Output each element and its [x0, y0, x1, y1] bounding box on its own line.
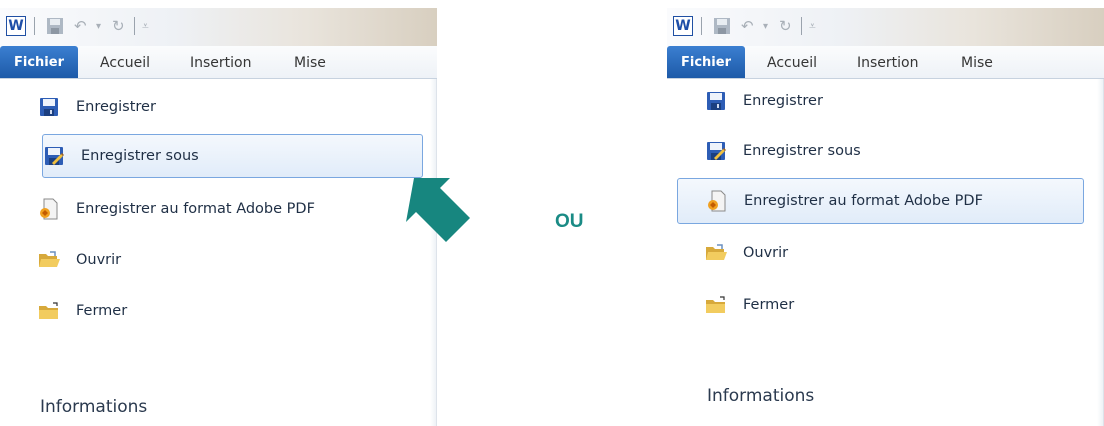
undo-icon[interactable]: ↶	[74, 16, 87, 36]
menu-section-informations[interactable]: Informations	[40, 397, 147, 417]
tab-mise[interactable]: Mise	[961, 55, 993, 71]
menu-item-enregistrer-sous[interactable]: Enregistrer sous	[42, 134, 423, 178]
customize-toolbar-icon[interactable]: ⩡	[142, 16, 149, 36]
open-folder-icon	[705, 242, 727, 264]
qat-separator	[801, 16, 802, 36]
left-screenshot-panel: W ↶ ▾ ↻ ⩡ Fichier Accueil Insertion Mise…	[0, 8, 437, 426]
customize-toolbar-icon[interactable]: ⩡	[809, 16, 816, 36]
redo-icon[interactable]: ↻	[112, 16, 125, 36]
tab-fichier[interactable]: Fichier	[667, 46, 745, 78]
menu-item-enregistrer-pdf[interactable]: Enregistrer au format Adobe PDF	[38, 189, 315, 229]
quick-access-toolbar: W ↶ ▾ ↻ ⩡	[667, 8, 1104, 46]
menu-item-enregistrer-pdf[interactable]: Enregistrer au format Adobe PDF	[677, 178, 1084, 224]
chevron-down-icon[interactable]: ▾	[763, 16, 768, 36]
open-folder-icon	[38, 249, 60, 271]
save-icon	[705, 90, 727, 112]
word-app-icon[interactable]: W	[6, 16, 26, 36]
ribbon-tabs: Fichier Accueil Insertion Mise	[0, 46, 437, 79]
menu-item-fermer[interactable]: Fermer	[38, 291, 127, 331]
file-menu: Enregistrer Enregistrer sous Enregistrer…	[0, 79, 437, 426]
tab-insertion[interactable]: Insertion	[857, 55, 918, 71]
menu-item-enregistrer-sous[interactable]: Enregistrer sous	[705, 131, 861, 171]
save-as-icon	[705, 140, 727, 162]
qat-separator	[701, 16, 702, 36]
save-icon[interactable]	[46, 16, 64, 36]
pdf-icon	[706, 190, 728, 212]
qat-separator	[134, 16, 135, 36]
undo-icon[interactable]: ↶	[741, 16, 754, 36]
pointer-arrow-icon	[406, 178, 470, 242]
tab-accueil[interactable]: Accueil	[100, 55, 150, 71]
menu-item-ouvrir[interactable]: Ouvrir	[705, 233, 788, 273]
right-screenshot-panel: W ↶ ▾ ↻ ⩡ Fichier Accueil Insertion Mise…	[667, 8, 1104, 426]
menu-section-informations[interactable]: Informations	[707, 386, 814, 406]
redo-icon[interactable]: ↻	[779, 16, 792, 36]
tab-insertion[interactable]: Insertion	[190, 55, 251, 71]
chevron-down-icon[interactable]: ▾	[96, 16, 101, 36]
save-icon[interactable]	[713, 16, 731, 36]
close-folder-icon	[38, 300, 60, 322]
close-folder-icon	[705, 294, 727, 316]
menu-item-enregistrer[interactable]: Enregistrer	[705, 81, 823, 121]
quick-access-toolbar: W ↶ ▾ ↻ ⩡	[0, 8, 437, 46]
menu-item-ouvrir[interactable]: Ouvrir	[38, 240, 121, 280]
word-app-icon[interactable]: W	[673, 16, 693, 36]
menu-item-enregistrer[interactable]: Enregistrer	[38, 87, 156, 127]
save-as-icon	[43, 145, 65, 167]
qat-separator	[34, 16, 35, 36]
separator-ou: OU	[555, 211, 584, 232]
menu-item-fermer[interactable]: Fermer	[705, 285, 794, 325]
tab-accueil[interactable]: Accueil	[767, 55, 817, 71]
tab-mise[interactable]: Mise	[294, 55, 326, 71]
ribbon-tabs: Fichier Accueil Insertion Mise	[667, 46, 1104, 79]
pdf-icon	[38, 198, 60, 220]
tab-fichier[interactable]: Fichier	[0, 46, 78, 78]
save-icon	[38, 96, 60, 118]
file-menu: Enregistrer Enregistrer sous Enregistrer…	[667, 79, 1104, 426]
